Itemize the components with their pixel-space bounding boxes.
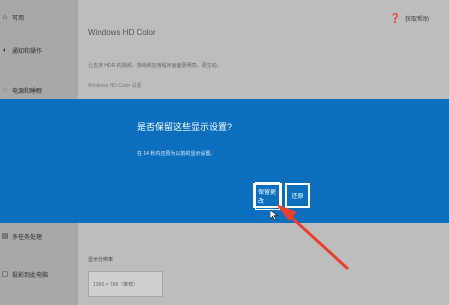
sidebar-item-5[interactable]: ▤ 多任务处理 [0,227,78,245]
multitask-icon: ▤ [1,233,9,240]
sound-icon: ◐ [2,46,8,54]
dialog-title: 是否保留这些显示设置? [137,122,233,132]
sidebar-item-label: 可用 [12,15,25,22]
sidebar-item-1[interactable]: ◐ 通知和操作 [0,41,78,59]
project-icon: ▢ [1,271,9,278]
keep-changes-label: 保留更改 [255,181,280,210]
sidebar-item-label: 通知和操作 [12,48,43,55]
hdr-description: 让支持 HDR 的视频、游戏和应用程序画面更明亮、更生动。 [88,63,222,69]
resolution-label: 显示分辨率 [88,257,114,263]
help-label: 获取帮助 [404,17,429,23]
help-icon: ❓ [389,13,401,23]
sidebar-item-label: 多任务处理 [12,234,43,241]
power-icon: ◌ [2,86,8,94]
revert-label: 还原 [291,194,304,200]
home-icon: ⌂ [2,13,8,21]
keep-changes-button[interactable]: 保留更改 [253,181,282,210]
keep-display-settings-dialog: 是否保留这些显示设置? 在 14 秒内还原为以前的显示设置。 保留更改 还原 [0,99,449,223]
sidebar-item-0[interactable]: ⌂ 可用 [0,8,78,26]
help-link[interactable]: ❓ 获取帮助 [390,13,429,24]
sidebar-item-label: 电源和睡眠 [12,88,43,95]
hdr-settings-link[interactable]: Windows HD Color 设置 [88,82,142,89]
sidebar-item-2[interactable]: ◌ 电源和睡眠 [0,81,78,99]
mouse-cursor-icon [270,210,278,220]
revert-button[interactable]: 还原 [285,183,310,208]
sidebar-item-6[interactable]: ▢ 投影到此电脑 [0,265,78,283]
page-title: Windows HD Color [88,28,156,37]
dialog-description: 在 14 秒内还原为以前的显示设置。 [137,151,216,157]
sidebar-item-label: 投影到此电脑 [12,272,49,279]
resolution-dropdown[interactable]: 1366 × 768（推荐） [88,271,163,297]
